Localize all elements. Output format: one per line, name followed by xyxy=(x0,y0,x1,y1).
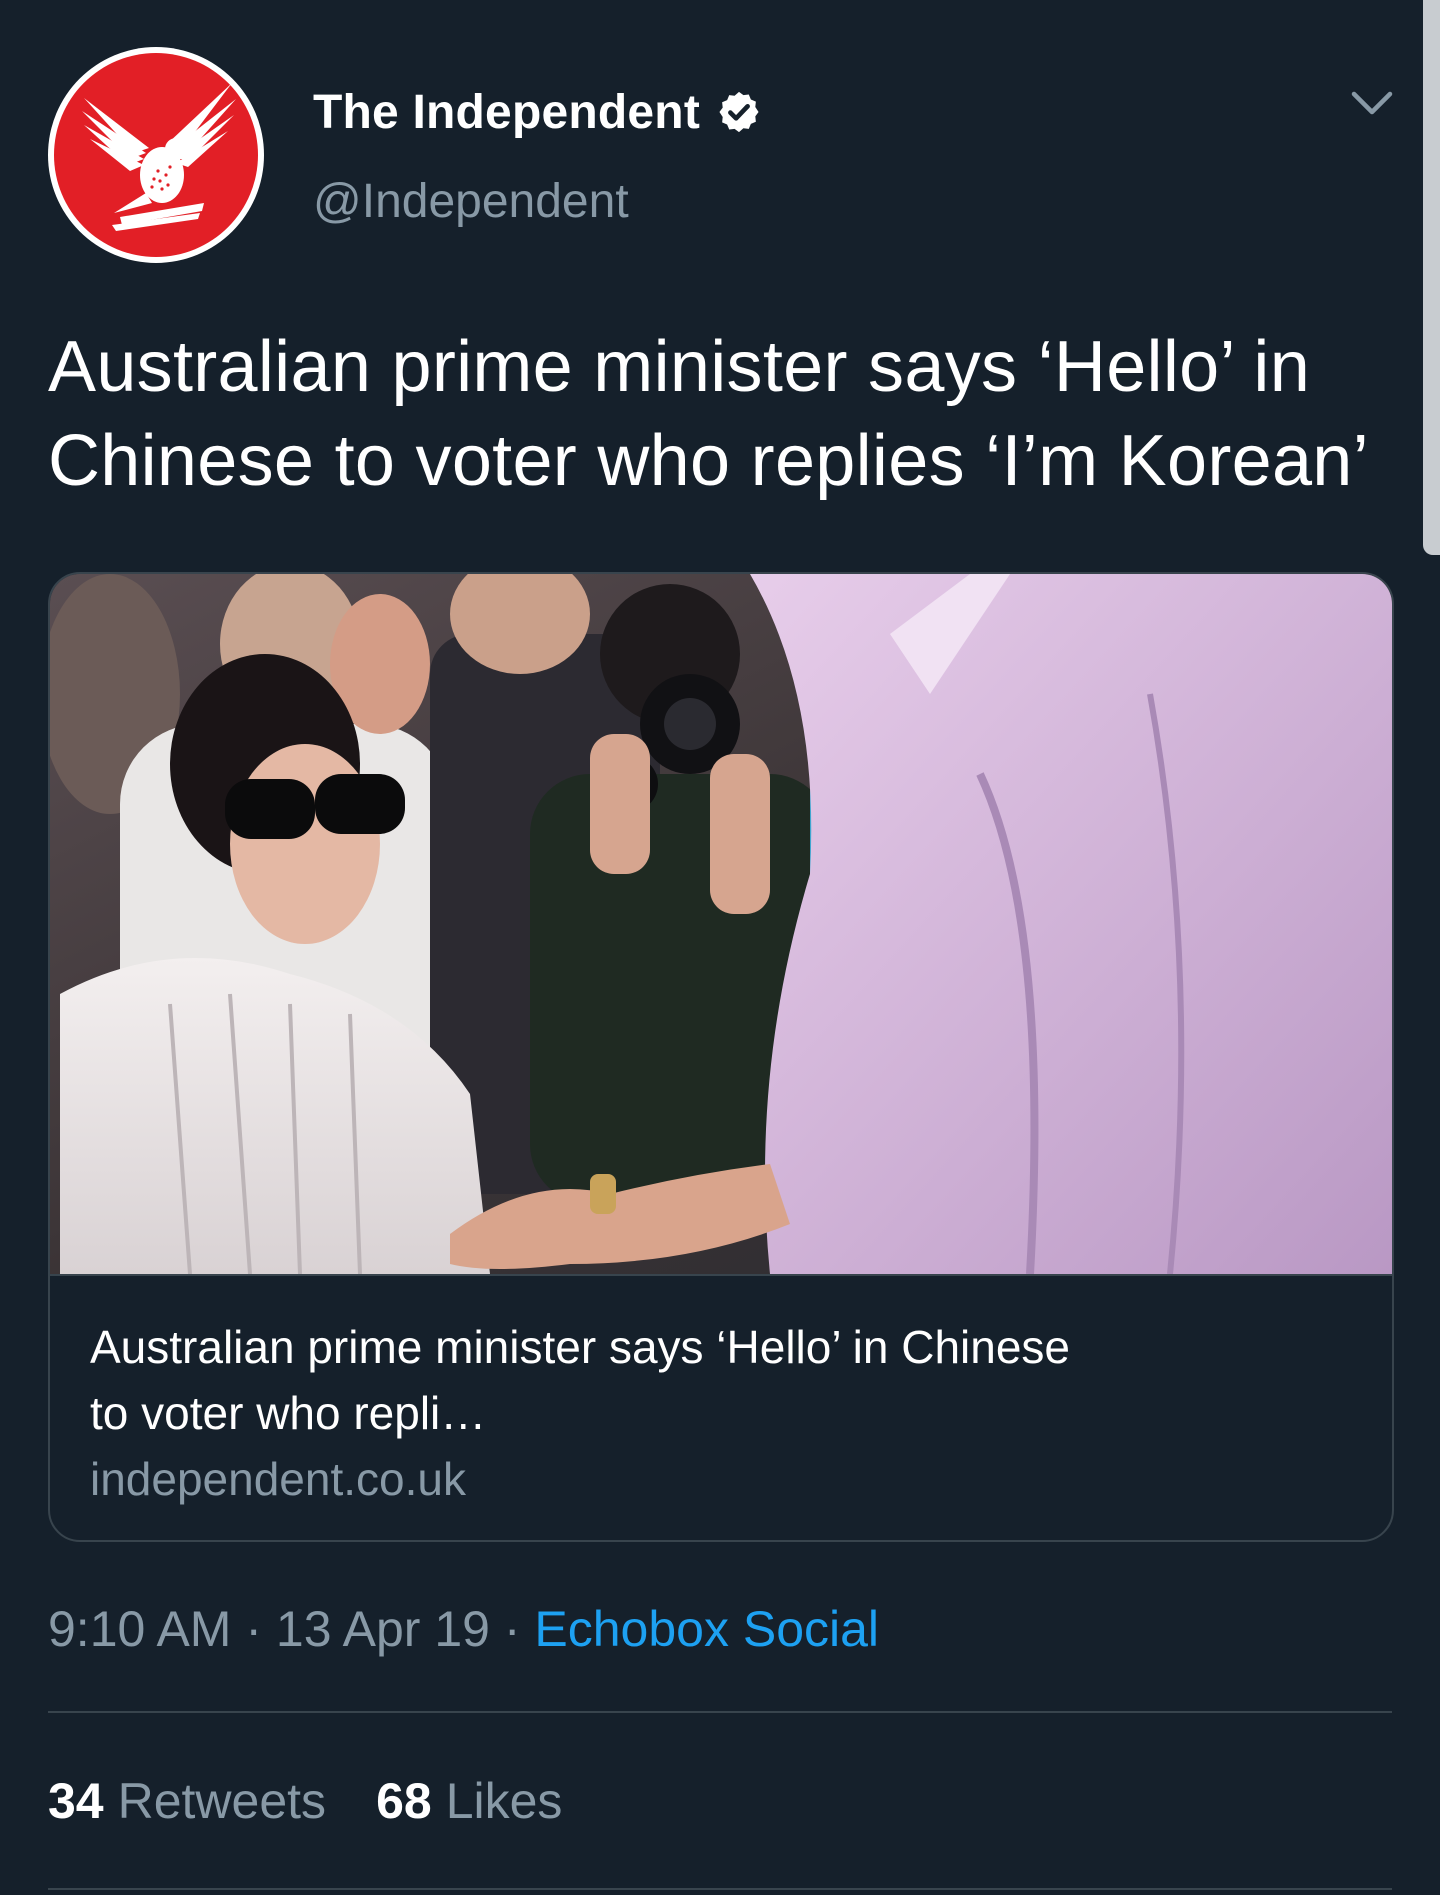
card-divider xyxy=(50,1274,1392,1276)
author-name-row[interactable]: The Independent xyxy=(313,82,762,142)
link-card[interactable]: Australian prime minister says ‘Hello’ i… xyxy=(48,572,1394,1542)
tweet-text-line: Chinese to voter who replies ‘I’m Korean… xyxy=(48,421,1369,501)
display-name[interactable]: The Independent xyxy=(313,85,700,140)
tweet-detail: The Independent @Independent Australian … xyxy=(0,0,1440,1895)
verified-badge-icon xyxy=(719,91,759,133)
likes-stat[interactable]: 68 Likes xyxy=(376,1772,562,1830)
eagle-logo-icon xyxy=(82,83,236,231)
tweet-text-line: Australian prime minister says ‘Hello’ i… xyxy=(48,327,1311,407)
card-domain: independent.co.uk xyxy=(90,1453,466,1505)
card-title[interactable]: Australian prime minister says ‘Hello’ i… xyxy=(90,1314,1190,1446)
meta-separator: · xyxy=(489,1601,535,1657)
news-photo xyxy=(50,574,1392,1274)
card-title-line: Australian prime minister says ‘Hello’ i… xyxy=(90,1321,1070,1373)
retweets-stat[interactable]: 34 Retweets xyxy=(48,1772,326,1830)
tweet-stats: 34 Retweets 68 Likes xyxy=(48,1772,612,1830)
tweet-time[interactable]: 9:10 AM xyxy=(48,1601,231,1657)
author-handle[interactable]: @Independent xyxy=(313,174,629,229)
tweet-meta: 9:10 AM · 13 Apr 19 · Echobox Social xyxy=(48,1600,879,1658)
retweets-count: 34 xyxy=(48,1773,104,1829)
card-title-line: to voter who repli… xyxy=(90,1387,487,1439)
likes-label: Likes xyxy=(445,1773,563,1829)
likes-count: 68 xyxy=(376,1773,432,1829)
meta-separator: · xyxy=(231,1601,276,1657)
scrollbar[interactable] xyxy=(1423,0,1440,555)
tweet-source-link[interactable]: Echobox Social xyxy=(534,1601,879,1657)
chevron-down-icon[interactable] xyxy=(1350,88,1394,118)
divider xyxy=(48,1711,1392,1713)
avatar[interactable] xyxy=(48,47,264,263)
tweet-date[interactable]: 13 Apr 19 xyxy=(276,1601,490,1657)
card-image[interactable] xyxy=(50,574,1392,1274)
divider xyxy=(48,1888,1392,1890)
retweets-label: Retweets xyxy=(117,1773,327,1829)
tweet-text: Australian prime minister says ‘Hello’ i… xyxy=(48,320,1388,508)
avatar-background xyxy=(54,53,258,257)
